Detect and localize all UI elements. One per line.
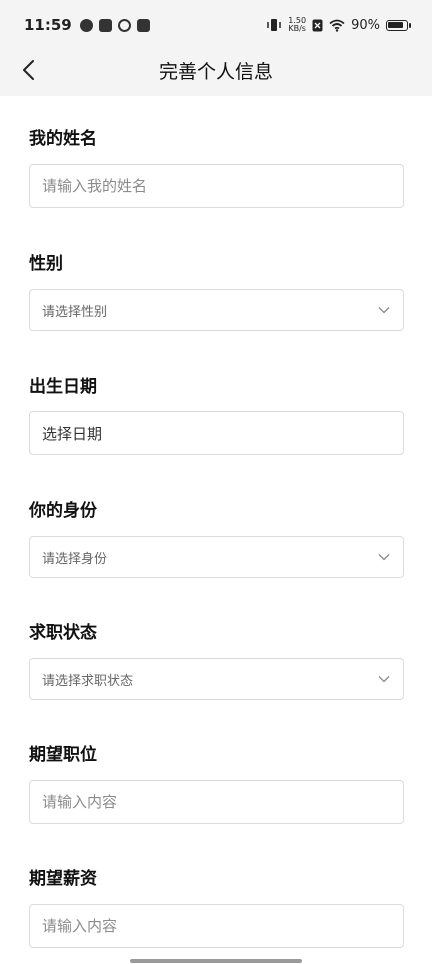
name-field-box[interactable]	[29, 164, 404, 208]
status-right: 1.50 KB/s 90%	[266, 17, 411, 33]
chevron-down-icon	[378, 307, 390, 314]
gender-select-placeholder: 请选择性别	[42, 304, 108, 320]
status-bar: 11:59 1.50 KB/s 90%	[0, 0, 432, 50]
chevron-down-icon	[378, 554, 390, 561]
back-button[interactable]	[14, 56, 42, 84]
identity-label: 你的身份	[29, 501, 97, 521]
nav-bar: 完善个人信息	[0, 50, 432, 90]
desired-position-label: 期望职位	[29, 745, 97, 765]
birthdate-picker[interactable]: 选择日期	[29, 411, 404, 455]
desired-position-field-box[interactable]	[29, 780, 404, 824]
birthdate-value: 选择日期	[42, 424, 103, 443]
gender-label: 性别	[29, 254, 63, 274]
job-status-select[interactable]: 请选择求职状态	[29, 658, 404, 700]
wifi-icon	[329, 19, 345, 32]
battery-icon	[386, 19, 411, 31]
home-indicator[interactable]	[130, 959, 302, 963]
name-input[interactable]	[42, 177, 391, 195]
header-area: 11:59 1.50 KB/s 90% 完善个人信息	[0, 0, 432, 96]
desired-salary-label: 期望薪资	[29, 869, 97, 889]
desired-salary-field-box[interactable]	[29, 904, 404, 948]
desired-position-input[interactable]	[42, 793, 391, 811]
no-sim-icon	[312, 19, 323, 31]
app-notification-icon	[79, 18, 93, 32]
name-label: 我的姓名	[29, 129, 97, 149]
gender-select[interactable]: 请选择性别	[29, 289, 404, 331]
chevron-down-icon	[378, 676, 390, 683]
desired-salary-input[interactable]	[42, 917, 391, 935]
identity-select[interactable]: 请选择身份	[29, 536, 404, 578]
birthdate-label: 出生日期	[29, 377, 97, 397]
tiktok-icon	[136, 18, 150, 32]
app-notification-icon	[117, 18, 131, 32]
chevron-left-icon	[23, 60, 34, 80]
vibrate-icon	[267, 19, 282, 31]
battery-percent: 90%	[351, 17, 380, 33]
status-time: 11:59	[24, 16, 72, 34]
identity-select-placeholder: 请选择身份	[42, 551, 108, 567]
page-title: 完善个人信息	[158, 60, 273, 83]
net-speed-unit: KB/s	[288, 24, 306, 33]
status-app-icons	[79, 18, 150, 32]
job-status-select-placeholder: 请选择求职状态	[42, 673, 134, 689]
job-status-label: 求职状态	[29, 623, 97, 643]
app-notification-icon	[98, 18, 112, 32]
net-speed: 1.50 KB/s	[288, 17, 306, 33]
